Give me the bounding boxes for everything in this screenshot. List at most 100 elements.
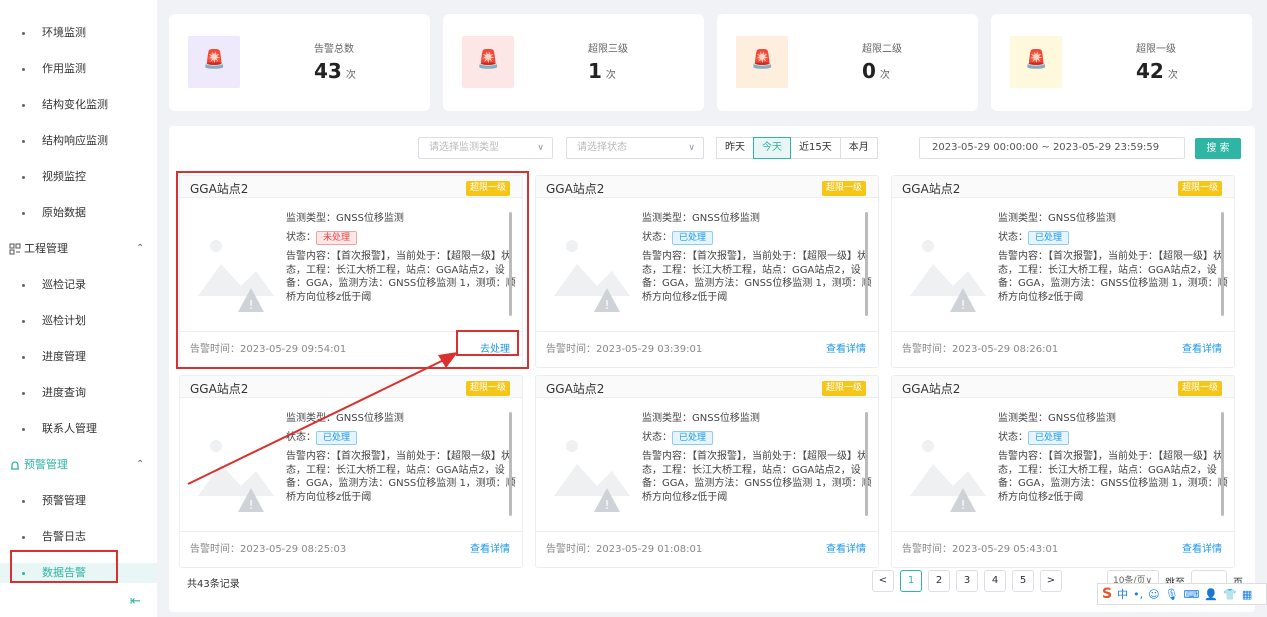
detail-link[interactable]: 查看详情 <box>826 540 866 555</box>
sidebar-item-raw-data[interactable]: 原始数据 <box>0 203 157 223</box>
stat-value: 0次 <box>862 59 890 83</box>
skin-icon[interactable]: 👕 <box>1223 588 1237 601</box>
date-today-button[interactable]: 今天 <box>753 137 791 159</box>
stat-card-level2: 🚨 超限二级 0次 <box>717 14 978 111</box>
sidebar-item-label: 结构变化监测 <box>42 98 108 111</box>
card-title: GGA站点2 <box>546 182 605 196</box>
monitor-type-select[interactable]: 请选择监测类型 ∨ <box>418 137 553 159</box>
alarm-light-icon: 🚨 <box>462 36 514 88</box>
sidebar-item-progress-manage[interactable]: 进度管理 <box>0 347 157 367</box>
sidebar-item-progress-query[interactable]: 进度查询 <box>0 383 157 403</box>
stat-unit: 次 <box>605 70 616 81</box>
monitor-type: 监测类型：GNSS位移监测 <box>286 413 404 424</box>
sidebar-item-inspection-plan[interactable]: 巡检计划 <box>0 311 157 331</box>
keyboard-icon[interactable]: ⌨ <box>1184 588 1200 601</box>
detail-link[interactable]: 查看详情 <box>1182 340 1222 355</box>
alarm-light-icon: 🚨 <box>188 36 240 88</box>
emoji-icon[interactable]: ☺ <box>1148 588 1159 601</box>
search-button[interactable]: 搜 索 <box>1195 138 1241 159</box>
bullet-icon <box>22 176 25 179</box>
bullet-icon <box>22 500 25 503</box>
page-button[interactable]: 4 <box>984 570 1006 592</box>
ime-chinese-icon[interactable]: 中 <box>1117 586 1128 602</box>
sidebar-item-inspection-record[interactable]: 巡检记录 <box>0 275 157 295</box>
bullet-icon <box>22 284 25 287</box>
sidebar-item-warning-manage[interactable]: 预警管理 <box>0 491 157 511</box>
monitor-type: 监测类型：GNSS位移监测 <box>998 413 1116 424</box>
alarm-content: 告警内容：【首次报警】，当前处于：【超限一级】状态，工程：长江大桥工程，站点：G… <box>642 451 872 503</box>
highlight-box-sidebar <box>10 550 118 583</box>
sidebar-item-alarm-log[interactable]: 告警日志 <box>0 527 157 547</box>
stat-caption: 告警总数 <box>314 44 354 55</box>
stat-value: 43 次 <box>314 59 356 83</box>
alarm-card: GGA站点2 超限一级 ! 监测类型：GNSS位移监测 状态： 已处理 告警内容：【… <box>179 375 523 568</box>
prev-page-button[interactable]: < <box>872 570 894 592</box>
date-15days-button[interactable]: 近15天 <box>790 137 841 159</box>
chevron-down-icon: ∨ <box>688 143 695 153</box>
date-month-button[interactable]: 本月 <box>839 137 878 159</box>
sidebar-item-contacts[interactable]: 联系人管理 <box>0 419 157 439</box>
level-badge: 超限一级 <box>821 381 866 396</box>
alarm-time: 告警时间：2023-05-29 05:43:01 <box>902 544 1059 555</box>
alarm-content: 告警内容：【首次报警】，当前处于：【超限一级】状态，工程：长江大桥工程，站点：G… <box>642 251 872 303</box>
scrollbar[interactable] <box>1221 412 1224 516</box>
sidebar-item-action-monitor[interactable]: 作用监测 <box>0 59 157 79</box>
date-yesterday-button[interactable]: 昨天 <box>716 137 754 159</box>
scrollbar[interactable] <box>1221 212 1224 316</box>
stat-caption: 超限一级 <box>1136 44 1176 55</box>
collapse-menu-icon[interactable]: ⇤ <box>130 594 141 609</box>
bullet-icon <box>22 356 25 359</box>
status-select[interactable]: 请选择状态 ∨ <box>566 137 704 159</box>
svg-text:!: ! <box>605 498 610 512</box>
sidebar-item-structure-response[interactable]: 结构响应监测 <box>0 131 157 151</box>
alarm-light-icon: 🚨 <box>736 36 788 88</box>
card-footer: 告警时间：2023-05-29 08:25:03 查看详情 <box>180 531 522 555</box>
placeholder-image-icon: ! <box>198 440 274 512</box>
detail-link[interactable]: 查看详情 <box>826 340 866 355</box>
bullet-icon <box>22 104 25 107</box>
grid-icon[interactable]: ▦ <box>1242 588 1252 601</box>
page-button[interactable]: 5 <box>1012 570 1034 592</box>
monitor-type: 监测类型：GNSS位移监测 <box>642 213 760 224</box>
scrollbar[interactable] <box>865 412 868 516</box>
ime-toolbar: S 中 •, ☺ 🎙 ⌨ 👤 👕 ▦ <box>1097 583 1267 605</box>
pagination: < 1 2 3 4 5 > <box>872 570 1068 592</box>
engineering-icon <box>9 243 21 255</box>
punctuation-icon[interactable]: •, <box>1133 588 1143 601</box>
monitor-type: 监测类型：GNSS位移监测 <box>642 413 760 424</box>
alarm-card: GGA站点2 超限一级 ! 监测类型：GNSS位移监测 状态： 已处理 告警内容：【… <box>891 175 1235 368</box>
alarm-card: GGA站点2 超限一级 ! 监测类型：GNSS位移监测 状态： 已处理 告警内容：【… <box>535 375 879 568</box>
sidebar-item-video[interactable]: 视频监控 <box>0 167 157 187</box>
sidebar-group-engineering[interactable]: 工程管理 ⌃ <box>0 239 157 259</box>
placeholder-image-icon: ! <box>554 240 630 312</box>
date-shortcut-group: 昨天 今天 近15天 本月 <box>716 137 878 159</box>
date-range-picker[interactable]: 2023-05-29 00:00:00 ~ 2023-05-29 23:59:5… <box>919 137 1185 159</box>
sidebar-item-label: 环境监测 <box>42 26 86 39</box>
sidebar: 环境监测 作用监测 结构变化监测 结构响应监测 视频监控 原始数据 工程管理 ⌃… <box>0 0 157 617</box>
level-badge: 超限一级 <box>465 381 510 396</box>
sidebar-item-env-monitor[interactable]: 环境监测 <box>0 23 157 43</box>
sidebar-item-label: 进度查询 <box>42 386 86 399</box>
detail-link[interactable]: 查看详情 <box>1182 540 1222 555</box>
status-badge: 已处理 <box>316 431 358 445</box>
stat-unit: 次 <box>879 70 890 81</box>
detail-link[interactable]: 查看详情 <box>470 540 510 555</box>
user-icon[interactable]: 👤 <box>1204 588 1218 601</box>
sidebar-item-structure-change[interactable]: 结构变化监测 <box>0 95 157 115</box>
scrollbar[interactable] <box>865 212 868 316</box>
sogou-logo-icon[interactable]: S <box>1102 586 1112 602</box>
page-button[interactable]: 2 <box>928 570 950 592</box>
card-info: 监测类型：GNSS位移监测 状态： 已处理 告警内容：【首次报警】，当前处于：【超… <box>998 212 1228 304</box>
status-row: 状态： 已处理 <box>286 431 516 445</box>
page-button[interactable]: 3 <box>956 570 978 592</box>
next-page-button[interactable]: > <box>1040 570 1062 592</box>
sidebar-group-alarm[interactable]: 预警管理 ⌃ <box>0 455 157 475</box>
stat-number: 43 <box>314 59 342 83</box>
page-button[interactable]: 1 <box>900 570 922 592</box>
microphone-icon[interactable]: 🎙 <box>1165 588 1179 601</box>
placeholder-image-icon: ! <box>554 440 630 512</box>
bullet-icon <box>22 68 25 71</box>
level-badge: 超限一级 <box>821 181 866 196</box>
status-row: 状态： 已处理 <box>642 231 872 245</box>
scrollbar[interactable] <box>509 412 512 516</box>
